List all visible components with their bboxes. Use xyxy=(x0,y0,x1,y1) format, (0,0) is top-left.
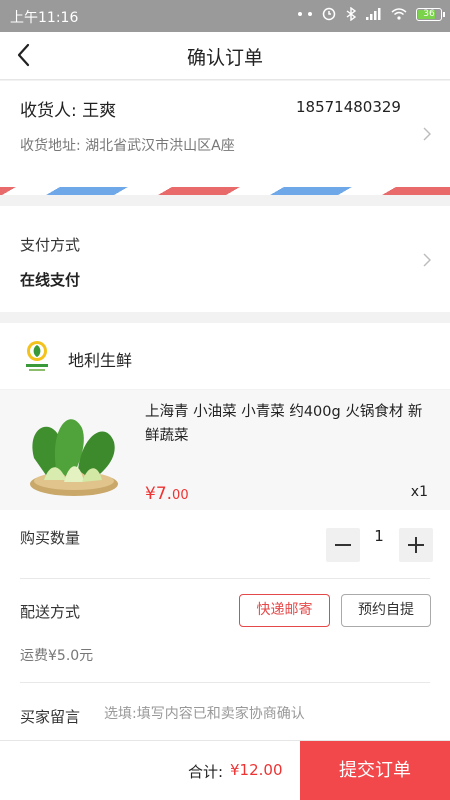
price-main: ¥7. xyxy=(145,484,173,504)
status-icons: 36 xyxy=(297,7,445,21)
decrease-quantity-button[interactable] xyxy=(326,528,360,562)
minus-icon xyxy=(335,544,351,546)
shop-name: 地利生鲜 xyxy=(68,351,133,370)
status-bar: 上午11:16 36 xyxy=(0,0,450,32)
battery-level: 36 xyxy=(423,8,435,19)
delivery-option-pickup[interactable]: 预约自提 xyxy=(341,594,431,627)
divider xyxy=(20,578,430,579)
submit-order-button[interactable]: 提交订单 xyxy=(300,741,450,800)
payment-method-value: 在线支付 xyxy=(20,271,81,289)
total-value: ¥12.00 xyxy=(230,761,283,779)
product-price: ¥7.00 xyxy=(145,484,189,504)
footer-bar: 合计: ¥12.00 提交订单 xyxy=(0,740,450,800)
recipient-phone: 18571480329 xyxy=(296,98,401,116)
delivery-option-express[interactable]: 快递邮寄 xyxy=(239,594,330,627)
product-item[interactable]: 上海青 小油菜 小青菜 约400g 火锅食材 新鲜蔬菜 ¥7.00 x1 xyxy=(0,390,450,510)
chevron-right-icon xyxy=(423,127,431,141)
page-title: 确认订单 xyxy=(186,47,263,69)
envelope-stripe-divider xyxy=(0,187,450,195)
payment-method-row[interactable]: 支付方式 在线支付 xyxy=(0,206,450,312)
delivery-method-label: 配送方式 xyxy=(20,603,81,621)
shop-header: 地利生鲜 xyxy=(0,323,450,389)
product-name: 上海青 小油菜 小青菜 约400g 火锅食材 新鲜蔬菜 xyxy=(145,404,423,444)
address-card[interactable]: 收货人: 王爽 18571480329 收货地址: 湖北省武汉市洪山区A座 xyxy=(0,81,450,191)
plus-icon xyxy=(408,537,424,553)
payment-method-label: 支付方式 xyxy=(20,236,81,254)
nav-bar: 确认订单 xyxy=(0,32,450,80)
product-quantity: x1 xyxy=(410,484,428,500)
status-time: 上午11:16 xyxy=(10,10,79,26)
total-label: 合计: xyxy=(188,763,224,781)
increase-quantity-button[interactable] xyxy=(399,528,433,562)
buyer-note-label: 买家留言 xyxy=(20,708,81,726)
purchase-quantity-label: 购买数量 xyxy=(20,529,81,547)
dots-icon xyxy=(298,12,312,16)
shop-logo-icon xyxy=(26,341,48,371)
signal-icon xyxy=(366,8,381,20)
divider xyxy=(20,682,430,683)
shipping-address: 收货地址: 湖北省武汉市洪山区A座 xyxy=(20,138,235,154)
battery-icon: 36 xyxy=(416,7,445,21)
product-image xyxy=(30,419,118,496)
buyer-note-input[interactable] xyxy=(104,706,424,722)
shipping-fee: 运费¥5.0元 xyxy=(20,648,94,664)
wifi-icon xyxy=(391,8,407,20)
alarm-icon xyxy=(322,7,336,21)
bluetooth-icon xyxy=(346,7,357,21)
quantity-value: 1 xyxy=(374,527,384,545)
chevron-right-icon xyxy=(423,253,431,267)
price-decimals: 00 xyxy=(172,488,189,503)
recipient-name: 收货人: 王爽 xyxy=(20,101,117,121)
